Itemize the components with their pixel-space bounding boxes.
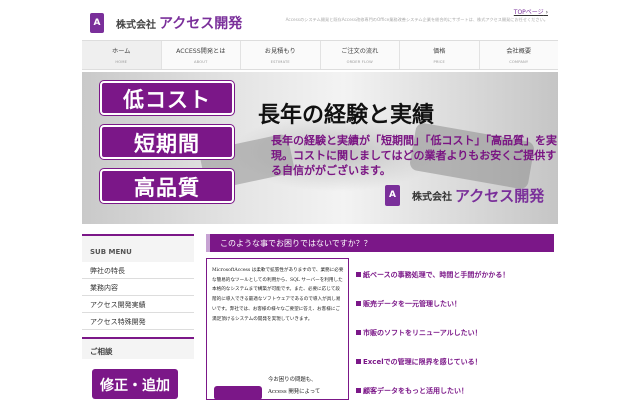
hero-logo: A 株式会社 アクセス開発	[385, 185, 544, 206]
nav-sublabel: HOME	[115, 60, 128, 64]
list-item: Excelでの管理に限界を感じている！	[356, 357, 556, 386]
nav-label: お見積もり	[264, 48, 296, 55]
nav-estimate[interactable]: お見積もり ESTIMATE	[241, 41, 321, 69]
list-item: 市販のソフトをリニューアルしたい！	[356, 328, 556, 357]
logo-company-name: アクセス開発	[159, 16, 243, 32]
hero-title: 長年の経験と実績	[258, 102, 435, 128]
nav-price[interactable]: 価格 PRICE	[400, 41, 480, 69]
guide-title: ご相談	[82, 337, 194, 359]
list-item: 紙ベースの事務処理で、時間と手間がかかる！	[356, 270, 556, 299]
nav-label: ホーム	[112, 48, 131, 55]
nav-company[interactable]: 会社概要 COMPANY	[480, 41, 559, 69]
logo-company-type: 株式会社	[412, 192, 452, 203]
site-header: A 株式会社 アクセス開発 TOPページ › Accessのシステム開発と既存A…	[0, 0, 640, 40]
list-item: 顧客データをもっと活用したい！	[356, 386, 556, 400]
nav-order-flow[interactable]: ご注文の流れ ORDER FLOW	[321, 41, 400, 69]
nav-label: ACCESS開発とは	[176, 48, 226, 55]
logo-company-type: 株式会社	[116, 19, 156, 31]
nav-label: 会社概要	[506, 48, 532, 55]
badge-short-term: 短期間	[100, 125, 234, 159]
sidebar-item-features[interactable]: 弊社の特長	[82, 262, 194, 279]
sidebar-item-services[interactable]: 業務内容	[82, 279, 194, 296]
guide-banner-button[interactable]: 修正・追加	[92, 369, 178, 399]
square-bullet-icon	[356, 388, 361, 393]
issue-text: 顧客データをもっと活用したい！	[363, 387, 468, 395]
sub-menu-title: SUB MENU	[82, 234, 194, 262]
problem-list: 紙ベースの事務処理で、時間と手間がかかる！ 販売データを一元管理したい！ 市販の…	[356, 270, 556, 400]
nav-label: 価格	[433, 48, 446, 55]
sidebar-item-special-dev[interactable]: アクセス特殊開発	[82, 313, 194, 330]
issue-text: 市販のソフトをリニューアルしたい！	[363, 329, 482, 337]
nav-sublabel: PRICE	[433, 60, 445, 64]
badge-low-cost: 低コスト	[100, 81, 234, 115]
list-item: 販売データを一元管理したい！	[356, 299, 556, 328]
issue-text: 紙ベースの事務処理で、時間と手間がかかる！	[363, 271, 510, 279]
top-page-link[interactable]: TOPページ ›	[514, 7, 548, 16]
badge-high-quality: 高品質	[100, 169, 234, 203]
intro-text: MicrosoftAccess は柔軟で拡張性がありますので、業務に必要な簡易的…	[212, 268, 344, 322]
square-bullet-icon	[356, 330, 361, 335]
issue-text: Excelでの管理に限界を感じている！	[363, 358, 482, 366]
nav-about[interactable]: ACCESS開発とは ABOUT	[162, 41, 241, 69]
intro-badge-image	[214, 386, 262, 400]
sidebar-item-track-record[interactable]: アクセス開発実績	[82, 296, 194, 313]
access-logo-icon: A	[90, 13, 110, 34]
site-logo[interactable]: A 株式会社 アクセス開発	[90, 13, 243, 34]
nav-sublabel: COMPANY	[509, 60, 529, 64]
square-bullet-icon	[356, 359, 361, 364]
global-nav: ホーム HOME ACCESS開発とは ABOUT お見積もり ESTIMATE…	[82, 40, 558, 70]
access-logo-icon: A	[385, 185, 406, 206]
square-bullet-icon	[356, 272, 361, 277]
top-link-label: TOPページ	[513, 9, 544, 16]
logo-company-name: アクセス開発	[455, 187, 545, 205]
hero-body: 長年の経験と実績が「短期間」「低コスト」「高品質」を実現。コストに関しましてはど…	[271, 134, 557, 177]
header-tagline: Accessのシステム開発と既存Access改修専門のOffice業務改善システ…	[285, 17, 548, 22]
intro-subtext-line: 今お困りの問題も、	[268, 377, 317, 383]
nav-home[interactable]: ホーム HOME	[82, 41, 162, 69]
intro-subtext: 今お困りの問題も、 Access 開発によって	[268, 374, 320, 398]
nav-sublabel: ABOUT	[193, 60, 208, 64]
nav-label: ご注文の流れ	[341, 48, 379, 55]
nav-sublabel: ESTIMATE	[270, 60, 290, 64]
intro-subtext-line: Access 開発によって	[268, 389, 321, 395]
issue-text: 販売データを一元管理したい！	[363, 300, 461, 308]
sidebar: SUB MENU 弊社の特長 業務内容 アクセス開発実績 アクセス特殊開発 ご相…	[82, 234, 194, 400]
section-heading: このような事でお困りではないですか？？	[206, 234, 554, 252]
nav-sublabel: ORDER FLOW	[346, 60, 373, 64]
hero-banner: 低コスト 短期間 高品質 長年の経験と実績 長年の経験と実績が「短期間」「低コス…	[82, 72, 558, 224]
square-bullet-icon	[356, 301, 361, 306]
